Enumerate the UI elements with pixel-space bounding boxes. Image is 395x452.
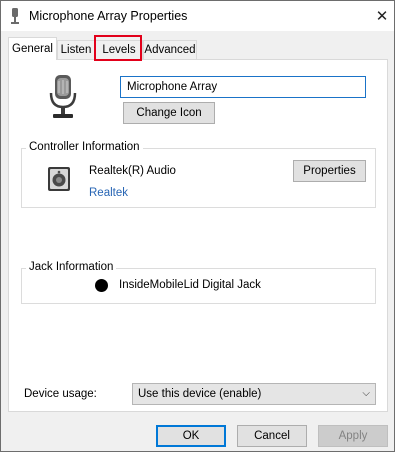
device-usage-label: Device usage: bbox=[24, 388, 97, 400]
title-bar[interactable]: Microphone Array Properties ✕ bbox=[1, 1, 394, 31]
microphone-icon bbox=[11, 8, 19, 24]
jack-color-indicator bbox=[95, 279, 108, 292]
controller-vendor-link[interactable]: Realtek bbox=[89, 187, 128, 199]
tab-bar: General Listen Levels Advanced bbox=[1, 31, 394, 60]
controller-properties-button[interactable]: Properties bbox=[293, 160, 366, 182]
ok-button[interactable]: OK bbox=[156, 425, 226, 447]
microphone-icon bbox=[49, 75, 77, 118]
jack-name: InsideMobileLid Digital Jack bbox=[119, 279, 261, 291]
chevron-down-icon: ⌵ bbox=[362, 388, 370, 399]
tab-general[interactable]: General bbox=[8, 37, 57, 60]
tab-listen[interactable]: Listen bbox=[57, 40, 95, 59]
device-usage-select[interactable]: Use this device (enable) ⌵ bbox=[132, 383, 376, 405]
jack-information-label: Jack Information bbox=[26, 261, 117, 273]
change-icon-button[interactable]: Change Icon bbox=[123, 102, 215, 124]
window-title: Microphone Array Properties bbox=[29, 9, 188, 23]
close-button[interactable]: ✕ bbox=[370, 3, 394, 29]
cancel-button[interactable]: Cancel bbox=[237, 425, 307, 447]
device-name-input[interactable] bbox=[120, 76, 366, 98]
apply-button[interactable]: Apply bbox=[318, 425, 388, 447]
properties-dialog: Microphone Array Properties ✕ General Li… bbox=[0, 0, 395, 452]
levels-tab-highlight bbox=[94, 35, 142, 61]
speaker-icon bbox=[48, 167, 70, 191]
controller-name: Realtek(R) Audio bbox=[89, 165, 176, 177]
controller-information-label: Controller Information bbox=[26, 141, 143, 153]
device-usage-selected-value: Use this device (enable) bbox=[138, 388, 262, 400]
tab-advanced[interactable]: Advanced bbox=[143, 40, 197, 59]
close-icon: ✕ bbox=[375, 8, 389, 25]
